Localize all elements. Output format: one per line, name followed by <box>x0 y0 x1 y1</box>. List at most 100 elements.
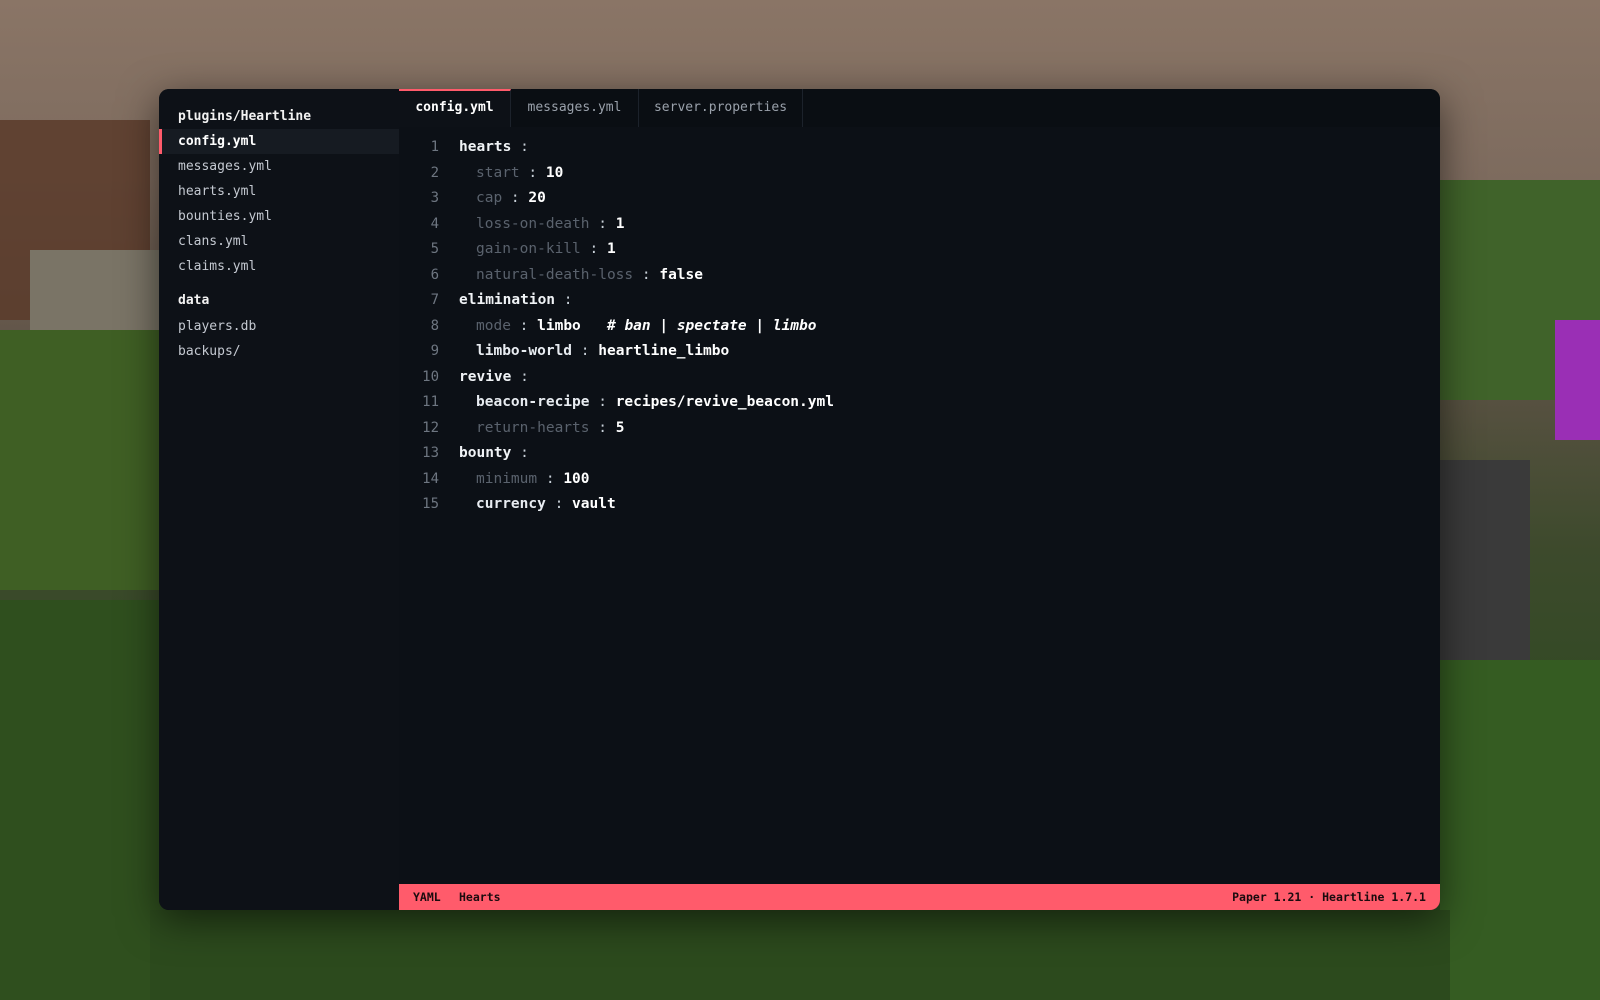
yaml-colon: : <box>580 241 607 257</box>
background-right-grass <box>1440 660 1600 1000</box>
yaml-key: beacon-recipe <box>476 394 590 410</box>
status-language[interactable]: YAML <box>413 884 441 910</box>
code-text: mode : limbo # ban | spectate | limbo <box>476 314 817 339</box>
yaml-value: heartline_limbo <box>598 343 730 359</box>
tab-server-properties[interactable]: server.properties <box>639 89 803 127</box>
code-text: hearts : <box>459 135 529 160</box>
background-bottom-grass <box>150 910 1450 1000</box>
editor-tab-bar: config.yml messages.yml server.propertie… <box>399 89 1440 128</box>
background-foliage <box>0 330 160 590</box>
line-number: 9 <box>430 343 439 359</box>
yaml-colon: : <box>510 317 538 334</box>
yaml-value: 20 <box>528 190 546 206</box>
code-text: elimination : <box>459 288 573 313</box>
yaml-colon: : <box>633 266 660 283</box>
yaml-key: currency <box>476 496 546 512</box>
yaml-colon: : <box>545 496 573 512</box>
yaml-key: start <box>476 164 520 181</box>
yaml-key: hearts <box>459 139 512 155</box>
code-text: revive : <box>459 365 529 390</box>
line-number: 14 <box>422 470 439 487</box>
code-line[interactable]: 6 natural-death-loss : false <box>399 263 1440 288</box>
yaml-key: mode <box>476 317 511 334</box>
sidebar-item-players-db[interactable]: players.db <box>159 314 399 339</box>
yaml-key: cap <box>476 190 503 206</box>
code-line[interactable]: 13 bounty : <box>399 441 1440 466</box>
code-line[interactable]: 4 loss-on-death : 1 <box>399 212 1440 237</box>
code-line[interactable]: 2 start : 10 <box>399 161 1440 186</box>
code-line[interactable]: 1 hearts : <box>399 135 1440 160</box>
sidebar-item-hearts-yml[interactable]: hearts.yml <box>159 179 399 204</box>
yaml-value: 1 <box>606 241 616 257</box>
yaml-key: limbo-world <box>476 343 573 359</box>
yaml-key: loss-on-death <box>476 215 590 232</box>
line-number: 8 <box>430 317 439 334</box>
code-text: currency : vault <box>476 492 616 517</box>
yaml-colon: : <box>589 215 616 232</box>
sidebar-item-claims-yml[interactable]: claims.yml <box>159 254 399 279</box>
yaml-comment: # ban | spectate | limbo <box>606 317 817 334</box>
code-line[interactable]: 7 elimination : <box>399 288 1440 313</box>
code-line[interactable]: 15 currency : vault <box>399 492 1440 517</box>
code-text: minimum : 100 <box>476 467 590 492</box>
code-text: limbo-world : heartline_limbo <box>476 339 729 364</box>
tab-config-yml[interactable]: config.yml <box>399 89 511 127</box>
yaml-colon: : <box>589 394 616 410</box>
tab-messages-yml[interactable]: messages.yml <box>511 89 639 127</box>
yaml-value: limbo <box>537 317 581 334</box>
yaml-key: return-hearts <box>476 419 590 436</box>
code-line[interactable]: 9 limbo-world : heartline_limbo <box>399 339 1440 364</box>
code-line[interactable]: 11 beacon-recipe : recipes/revive_beacon.… <box>399 390 1440 415</box>
code-text: natural-death-loss : false <box>476 263 703 288</box>
line-number: 7 <box>430 292 439 308</box>
code-line[interactable]: 5 gain-on-kill : 1 <box>399 237 1440 262</box>
yaml-key: gain-on-kill <box>476 241 581 257</box>
line-number: 2 <box>430 164 439 181</box>
yaml-value: 10 <box>545 164 564 181</box>
yaml-key: elimination <box>459 292 556 308</box>
code-text: bounty : <box>459 441 529 466</box>
code-line[interactable]: 3 cap : 20 <box>399 186 1440 211</box>
yaml-colon: : <box>519 164 546 181</box>
yaml-colon: : <box>511 139 529 155</box>
code-line[interactable]: 14 minimum : 100 <box>399 467 1440 492</box>
code-line[interactable]: 12 return-hearts : 5 <box>399 416 1440 441</box>
line-number: 5 <box>430 241 439 257</box>
yaml-colon: : <box>502 190 529 206</box>
yaml-value: false <box>659 266 703 283</box>
code-line[interactable]: 10 revive : <box>399 365 1440 390</box>
line-number: 6 <box>430 266 439 283</box>
code-editor-area[interactable]: 1 hearts : 2 start : 10 3 cap : 20 4 loss-on-de… <box>399 127 1440 884</box>
background-ruins <box>1440 460 1530 660</box>
yaml-colon: : <box>555 292 573 308</box>
code-text: cap : 20 <box>476 186 546 211</box>
line-number: 12 <box>422 419 439 436</box>
code-text: beacon-recipe : recipes/revive_beacon.ym… <box>476 390 834 415</box>
line-number: 11 <box>422 394 439 410</box>
status-mode: Hearts <box>459 890 501 904</box>
yaml-colon: : <box>537 470 564 487</box>
background-portal <box>1555 320 1600 440</box>
line-number: 10 <box>422 368 439 385</box>
status-version: Paper 1.21 · Heartline 1.7.1 <box>1232 890 1426 904</box>
sidebar-item-bounties-yml[interactable]: bounties.yml <box>159 204 399 229</box>
config-editor-window: plugins/Heartline config.yml messages.ym… <box>159 89 1440 910</box>
sidebar-section-title-plugins: plugins/Heartline <box>178 109 312 124</box>
status-bar: YAML Hearts Paper 1.21 · Heartline 1.7.1 <box>399 884 1440 910</box>
code-line[interactable]: 8 mode : limbo # ban | spectate | limbo <box>399 314 1440 339</box>
line-number: 4 <box>430 215 439 232</box>
sidebar-item-config-yml[interactable]: config.yml <box>159 129 399 154</box>
yaml-key: bounty <box>459 445 512 461</box>
sidebar-section-title-data: data <box>178 293 210 308</box>
yaml-colon: : <box>511 368 529 385</box>
yaml-colon: : <box>511 445 529 461</box>
sidebar-item-clans-yml[interactable]: clans.yml <box>159 229 399 254</box>
code-text: gain-on-kill : 1 <box>476 237 616 262</box>
yaml-value: recipes/revive_beacon.yml <box>615 394 834 410</box>
code-text: loss-on-death : 1 <box>476 212 624 237</box>
yaml-colon: : <box>572 343 599 359</box>
sidebar-item-backups[interactable]: backups/ <box>159 339 399 364</box>
line-number: 13 <box>422 445 439 461</box>
line-number: 3 <box>430 190 439 206</box>
sidebar-item-messages-yml[interactable]: messages.yml <box>159 154 399 179</box>
